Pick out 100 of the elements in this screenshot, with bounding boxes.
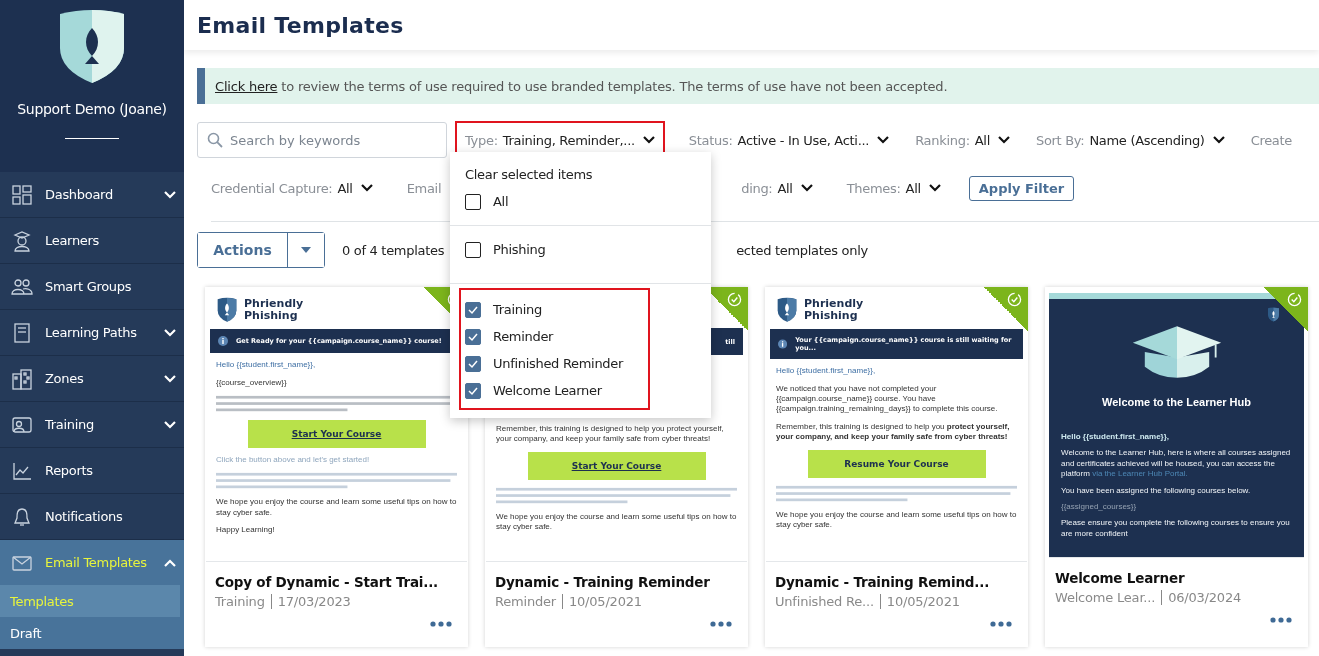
filter-dropdown[interactable]: Status: Active - In Use, Acti... [688, 123, 890, 157]
checkbox-option[interactable]: Welcome Learner [450, 377, 610, 404]
shield-logo-icon [776, 297, 798, 323]
more-options-icon[interactable] [710, 621, 732, 627]
chevron-down-icon [164, 374, 176, 383]
filter-dropdown[interactable]: ding: All [741, 171, 813, 205]
selection-text: 0 of 4 templates [342, 242, 445, 258]
nav-item[interactable]: Smart Groups [0, 264, 184, 310]
email-text: We hope you enjoy the course and learn some useful tips on how to stay cyber safe. [776, 509, 1017, 531]
organization-name: Support Demo (Joane) [17, 101, 167, 117]
chevron-down-icon [1212, 136, 1225, 144]
chevron-down-icon [642, 136, 655, 144]
bell-icon [11, 505, 33, 528]
nav-item[interactable]: Zones [0, 356, 184, 402]
checkbox-option[interactable]: Unfinished Reminder [450, 350, 632, 377]
shield-logo-icon [1267, 307, 1280, 322]
graduate-icon [11, 229, 33, 252]
checkbox[interactable] [465, 193, 481, 210]
chevron-down-icon [997, 136, 1010, 144]
template-date: 10/05/2021 [879, 594, 960, 609]
check-circle-icon [1287, 292, 1302, 307]
checkbox-option[interactable]: All [450, 188, 517, 215]
template-title: Welcome Learner [1055, 570, 1186, 586]
email-cta-button[interactable]: Start Your Course [247, 420, 426, 449]
email-text: You have been assigned the following courses below. [1061, 485, 1252, 496]
template-category: Welcome Lear... [1055, 590, 1156, 605]
nav-item[interactable]: Learners [0, 218, 184, 264]
selection-text: ected templates only [736, 242, 868, 258]
chevron-down-icon [164, 190, 176, 199]
more-options-icon[interactable] [430, 621, 452, 627]
email-text: We hope you enjoy the course and learn some useful tips on how to stay cyber safe. [496, 511, 737, 533]
email-text: We hope you enjoy the course and learn some useful tips on how to stay cyber safe. [216, 497, 457, 519]
chevron-down-icon [360, 184, 373, 192]
more-options-icon[interactable] [990, 621, 1012, 627]
nav-item[interactable]: Learning Paths [0, 310, 184, 356]
template-category: Reminder [495, 594, 556, 609]
template-date: 06/03/2024 [1161, 590, 1242, 605]
email-text: Hello {{student.first_name}}, [1061, 431, 1171, 443]
email-cta-button[interactable]: Start Your Course [527, 451, 706, 480]
building-icon [11, 367, 33, 390]
more-options-icon[interactable] [1270, 617, 1292, 623]
email-heading: Welcome to the Learner Hub [1101, 395, 1252, 408]
caret-icon [301, 247, 311, 253]
book-icon [11, 321, 33, 344]
email-text: Remember, this training is designed to help you protect yourself, your company, and keep your family safe from cyber threats! [496, 424, 725, 445]
notice-text: Click here to review the terms of use required to use branded templates. The terms of use have not been accepted. [215, 78, 948, 94]
chevron-down-icon [928, 184, 941, 192]
search-field[interactable]: Search by keywords [197, 122, 447, 158]
checkbox-option[interactable]: Phishing [450, 236, 554, 263]
clear-selected-items-link[interactable]: Clear selected items [465, 167, 593, 182]
template-title: Dynamic - Training Remind... [775, 574, 991, 590]
email-text: Remember, this training is designed to help you protect yourself, your company, and keep your family safe from cyber threats! [776, 421, 1011, 443]
check-circle-icon [1007, 292, 1022, 307]
shield-logo-icon [216, 297, 238, 323]
checkbox[interactable] [465, 328, 481, 345]
brand-logo-text: Phriendly Phishing [244, 298, 304, 322]
nav-item[interactable]: Dashboard [0, 172, 184, 218]
brand-logo-text: Phriendly Phishing [804, 298, 864, 322]
nav-subitem[interactable]: Draft [0, 617, 180, 649]
checkbox[interactable] [465, 241, 481, 258]
search-icon [207, 132, 223, 148]
email-text: Click the button above and let's get started! [216, 455, 371, 466]
email-text: {{course_overview}} [216, 377, 288, 389]
template-date: 10/05/2021 [561, 594, 642, 609]
notice-link[interactable]: Click here [215, 78, 278, 94]
checkbox[interactable] [465, 382, 481, 399]
chevron-down-icon [164, 420, 176, 429]
template-title: Dynamic - Training Reminder [495, 574, 711, 590]
chevron-down-icon [164, 328, 176, 337]
page-title: Email Templates [197, 12, 404, 38]
check-circle-icon [727, 292, 742, 307]
email-text: Happy Learning! [216, 525, 276, 536]
filter-dropdown[interactable]: Type: Training, Reminder,... [457, 123, 663, 157]
nav-item[interactable]: Reports [0, 448, 184, 494]
email-text: We noticed that you have not completed your {{campaign.course_name}} course. You have {{campaign.training_remaining_days}} to complete this course. [776, 383, 999, 415]
template-date: 17/03/2023 [270, 594, 351, 609]
checkbox[interactable] [465, 301, 481, 318]
apply-filter-button[interactable]: Apply Filter [968, 175, 1075, 201]
email-text: Hello {{student.first_name}}, [216, 360, 317, 371]
nav-item[interactable]: Email Templates [0, 540, 184, 585]
filter-dropdown[interactable]: Ranking: All [915, 123, 1010, 157]
info-icon [778, 339, 788, 350]
email-link[interactable]: via the Learner Hub Portal. [1092, 469, 1188, 479]
shield-logo-icon [57, 8, 127, 84]
actions-button[interactable]: Actions [198, 233, 288, 267]
info-icon [218, 336, 228, 347]
template-title: Copy of Dynamic - Start Trai... [215, 574, 440, 590]
grid-icon [11, 183, 33, 206]
checkbox-option[interactable]: Reminder [450, 323, 562, 350]
checkbox[interactable] [465, 355, 481, 372]
email-cta-button[interactable]: Resume Your Course [807, 449, 986, 478]
nav-item[interactable]: Training [0, 402, 184, 448]
email-text: {{assigned_courses}} [1061, 501, 1138, 513]
filter-dropdown[interactable]: Sort By: Name (Ascending) [1035, 123, 1225, 157]
filter-dropdown[interactable]: Credential Capture: All [211, 171, 373, 205]
filter-dropdown[interactable]: Themes: All [846, 171, 941, 205]
checkbox-option[interactable]: Training [450, 296, 550, 323]
email-text: Please ensure you complete the following courses to ensure you are more confident [1061, 518, 1291, 540]
chevron-down-icon [800, 184, 813, 192]
chevron-down-icon [877, 136, 890, 144]
